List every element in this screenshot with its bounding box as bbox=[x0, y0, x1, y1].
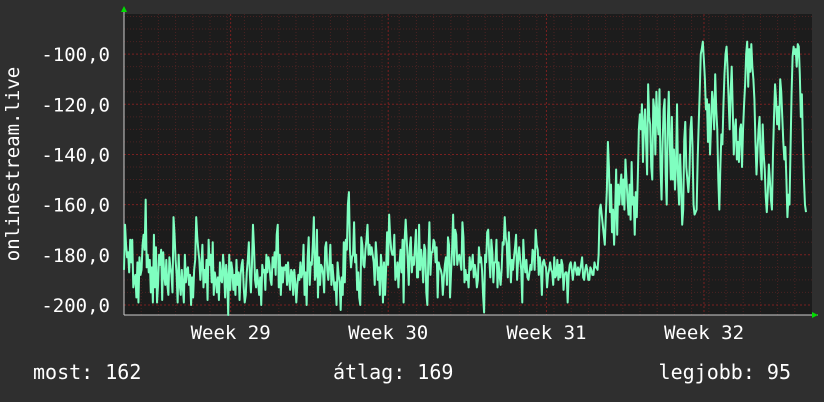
y-ticks: -100,0 -120,0 -140,0 -160,0 -180,0 -200,0 bbox=[41, 44, 110, 317]
y-axis-arrow bbox=[121, 6, 127, 12]
x-tick-label: Week 29 bbox=[191, 322, 271, 344]
chart: -100,0 -120,0 -140,0 -160,0 -180,0 -200,0 Wee… bbox=[2, 6, 818, 344]
y-tick-label: -100,0 bbox=[41, 44, 110, 66]
stat-best: legjobb: 95 bbox=[658, 360, 791, 384]
y-tick-label: -140,0 bbox=[41, 144, 110, 166]
y-tick-label: -120,0 bbox=[41, 94, 110, 116]
y-tick-label: -180,0 bbox=[41, 245, 110, 267]
y-tick-label: -200,0 bbox=[41, 295, 110, 317]
x-tick-label: Week 32 bbox=[664, 322, 744, 344]
x-tick-label: Week 30 bbox=[348, 322, 428, 344]
stats-bar: most: 162 átlag: 169 legjobb: 95 bbox=[0, 360, 824, 390]
stat-average: átlag: 169 bbox=[333, 360, 454, 384]
x-ticks: Week 29 Week 30 Week 31 Week 32 bbox=[191, 322, 744, 344]
stat-current: most: 162 bbox=[33, 360, 142, 384]
y-tick-label: -160,0 bbox=[41, 195, 110, 217]
y-axis-title: onlinestream.live bbox=[2, 67, 24, 261]
x-tick-label: Week 31 bbox=[506, 322, 586, 344]
x-axis-arrow bbox=[812, 312, 818, 318]
